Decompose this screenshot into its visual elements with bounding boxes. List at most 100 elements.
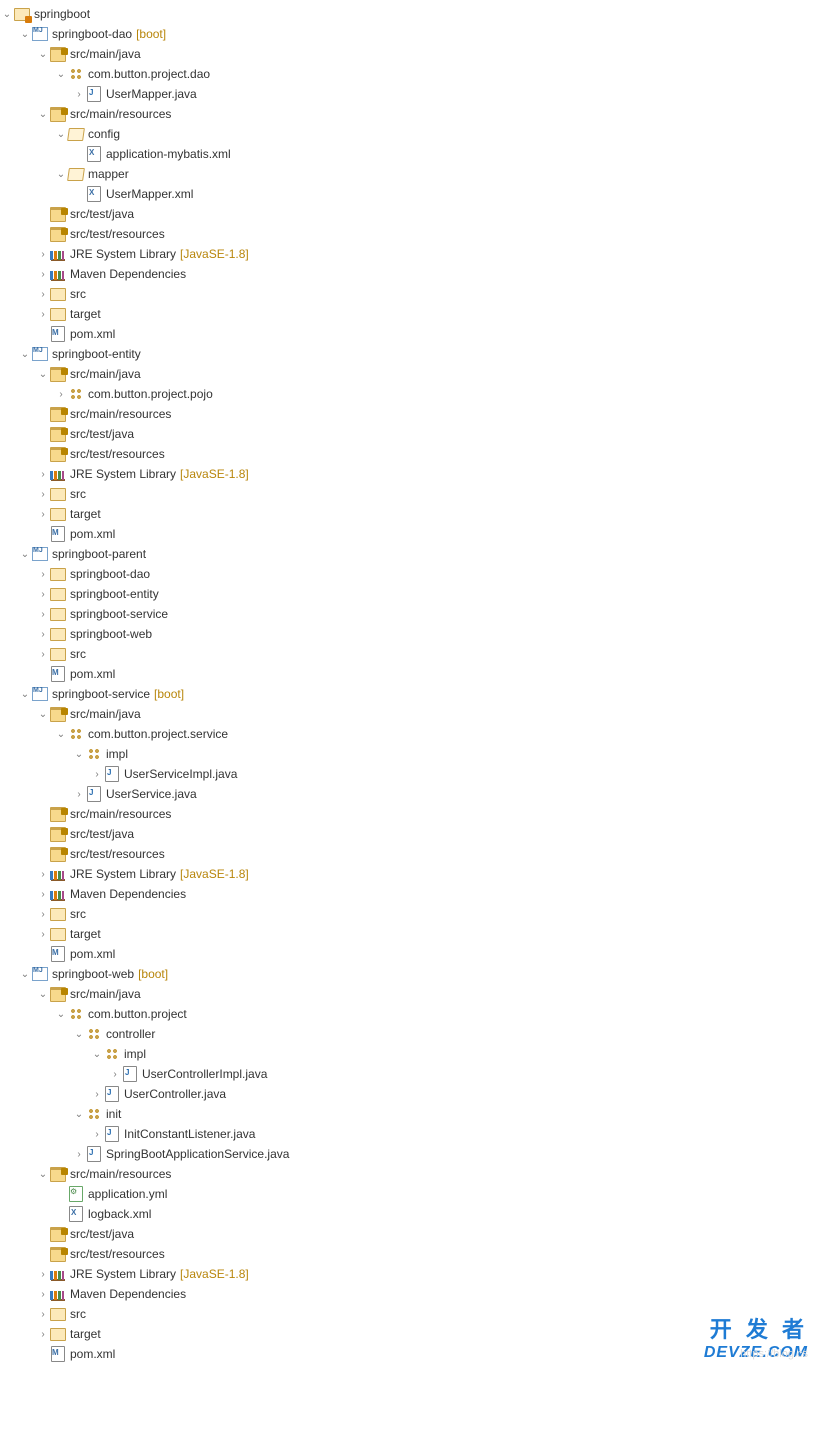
expand-arrow-closed-icon[interactable]: › — [36, 287, 50, 301]
expand-arrow-closed-icon[interactable]: › — [72, 87, 86, 101]
tree-row[interactable]: ›logback.xml — [0, 1204, 816, 1224]
tree-row[interactable]: ⌄init — [0, 1104, 816, 1124]
tree-row[interactable]: ›src — [0, 644, 816, 664]
expand-arrow-open-icon[interactable]: ⌄ — [90, 1047, 104, 1061]
tree-row[interactable]: ⌄controller — [0, 1024, 816, 1044]
expand-arrow-open-icon[interactable]: ⌄ — [0, 7, 14, 21]
tree-row[interactable]: ⌄src/main/java — [0, 44, 816, 64]
tree-row[interactable]: ›src/test/resources — [0, 1244, 816, 1264]
tree-row[interactable]: ›pom.xml — [0, 664, 816, 684]
tree-row[interactable]: ›JRE System Library[JavaSE-1.8] — [0, 864, 816, 884]
expand-arrow-closed-icon[interactable]: › — [90, 1127, 104, 1141]
tree-row[interactable]: ›springboot-entity — [0, 584, 816, 604]
expand-arrow-closed-icon[interactable]: › — [36, 1307, 50, 1321]
expand-arrow-open-icon[interactable]: ⌄ — [54, 727, 68, 741]
expand-arrow-closed-icon[interactable]: › — [36, 647, 50, 661]
expand-arrow-closed-icon[interactable]: › — [36, 627, 50, 641]
expand-arrow-closed-icon[interactable]: › — [36, 507, 50, 521]
tree-row[interactable]: ›UserService.java — [0, 784, 816, 804]
tree-row[interactable]: ›pom.xml — [0, 524, 816, 544]
tree-row[interactable]: ⌄config — [0, 124, 816, 144]
tree-row[interactable]: ›springboot-service — [0, 604, 816, 624]
tree-row[interactable]: ›src/test/resources — [0, 844, 816, 864]
tree-row[interactable]: ›src/test/java — [0, 1224, 816, 1244]
expand-arrow-closed-icon[interactable]: › — [36, 307, 50, 321]
tree-row[interactable]: ⌄src/main/java — [0, 984, 816, 1004]
expand-arrow-closed-icon[interactable]: › — [36, 907, 50, 921]
expand-arrow-closed-icon[interactable]: › — [72, 787, 86, 801]
tree-row[interactable]: ⌄mapper — [0, 164, 816, 184]
tree-row[interactable]: ›UserMapper.xml — [0, 184, 816, 204]
expand-arrow-open-icon[interactable]: ⌄ — [18, 27, 32, 41]
expand-arrow-closed-icon[interactable]: › — [36, 1327, 50, 1341]
tree-row[interactable]: ›target — [0, 1324, 816, 1344]
tree-row[interactable]: ›UserController.java — [0, 1084, 816, 1104]
tree-row[interactable]: ›springboot-web — [0, 624, 816, 644]
tree-row[interactable]: ›JRE System Library[JavaSE-1.8] — [0, 464, 816, 484]
tree-row[interactable]: ›src/test/resources — [0, 224, 816, 244]
tree-row[interactable]: ›com.button.project.pojo — [0, 384, 816, 404]
tree-row[interactable]: ⌄springboot — [0, 4, 816, 24]
tree-row[interactable]: ›pom.xml — [0, 944, 816, 964]
tree-row[interactable]: ⌄springboot-entity — [0, 344, 816, 364]
tree-row[interactable]: ›src/test/java — [0, 824, 816, 844]
tree-row[interactable]: ›springboot-dao — [0, 564, 816, 584]
expand-arrow-open-icon[interactable]: ⌄ — [36, 47, 50, 61]
tree-row[interactable]: ⌄src/main/resources — [0, 104, 816, 124]
tree-row[interactable]: ›src/test/java — [0, 204, 816, 224]
expand-arrow-open-icon[interactable]: ⌄ — [18, 547, 32, 561]
tree-row[interactable]: ›application-mybatis.xml — [0, 144, 816, 164]
tree-row[interactable]: ⌄springboot-service[boot] — [0, 684, 816, 704]
tree-row[interactable]: ⌄springboot-dao[boot] — [0, 24, 816, 44]
expand-arrow-open-icon[interactable]: ⌄ — [54, 67, 68, 81]
expand-arrow-closed-icon[interactable]: › — [36, 487, 50, 501]
tree-row[interactable]: ›Maven Dependencies — [0, 884, 816, 904]
expand-arrow-open-icon[interactable]: ⌄ — [36, 1167, 50, 1181]
expand-arrow-open-icon[interactable]: ⌄ — [72, 747, 86, 761]
expand-arrow-open-icon[interactable]: ⌄ — [18, 687, 32, 701]
expand-arrow-closed-icon[interactable]: › — [36, 267, 50, 281]
tree-row[interactable]: ›src — [0, 484, 816, 504]
tree-row[interactable]: ⌄src/main/java — [0, 704, 816, 724]
tree-row[interactable]: ⌄src/main/resources — [0, 1164, 816, 1184]
expand-arrow-closed-icon[interactable]: › — [36, 567, 50, 581]
expand-arrow-open-icon[interactable]: ⌄ — [18, 967, 32, 981]
tree-row[interactable]: ›pom.xml — [0, 1344, 816, 1364]
tree-row[interactable]: ›src — [0, 284, 816, 304]
expand-arrow-open-icon[interactable]: ⌄ — [18, 347, 32, 361]
tree-row[interactable]: ⌄impl — [0, 744, 816, 764]
expand-arrow-open-icon[interactable]: ⌄ — [72, 1107, 86, 1121]
tree-row[interactable]: ›application.yml — [0, 1184, 816, 1204]
tree-row[interactable]: ›InitConstantListener.java — [0, 1124, 816, 1144]
project-explorer-tree[interactable]: ⌄springboot⌄springboot-dao[boot]⌄src/mai… — [0, 4, 816, 1364]
tree-row[interactable]: ›JRE System Library[JavaSE-1.8] — [0, 1264, 816, 1284]
expand-arrow-open-icon[interactable]: ⌄ — [54, 127, 68, 141]
expand-arrow-closed-icon[interactable]: › — [36, 887, 50, 901]
tree-row[interactable]: ›src — [0, 1304, 816, 1324]
tree-row[interactable]: ›UserControllerImpl.java — [0, 1064, 816, 1084]
tree-row[interactable]: ⌄impl — [0, 1044, 816, 1064]
expand-arrow-closed-icon[interactable]: › — [36, 1287, 50, 1301]
expand-arrow-closed-icon[interactable]: › — [108, 1067, 122, 1081]
tree-row[interactable]: ›src/main/resources — [0, 804, 816, 824]
expand-arrow-open-icon[interactable]: ⌄ — [36, 987, 50, 1001]
tree-row[interactable]: ›UserMapper.java — [0, 84, 816, 104]
tree-row[interactable]: ›src/main/resources — [0, 404, 816, 424]
tree-row[interactable]: ⌄src/main/java — [0, 364, 816, 384]
tree-row[interactable]: ›src — [0, 904, 816, 924]
expand-arrow-closed-icon[interactable]: › — [72, 1147, 86, 1161]
expand-arrow-closed-icon[interactable]: › — [36, 1267, 50, 1281]
tree-row[interactable]: ⌄com.button.project — [0, 1004, 816, 1024]
expand-arrow-closed-icon[interactable]: › — [36, 927, 50, 941]
tree-row[interactable]: ›src/test/java — [0, 424, 816, 444]
expand-arrow-closed-icon[interactable]: › — [36, 867, 50, 881]
tree-row[interactable]: ⌄com.button.project.dao — [0, 64, 816, 84]
expand-arrow-open-icon[interactable]: ⌄ — [72, 1027, 86, 1041]
tree-row[interactable]: ›target — [0, 924, 816, 944]
expand-arrow-open-icon[interactable]: ⌄ — [36, 107, 50, 121]
expand-arrow-closed-icon[interactable]: › — [36, 247, 50, 261]
tree-row[interactable]: ⌄springboot-web[boot] — [0, 964, 816, 984]
tree-row[interactable]: ›UserServiceImpl.java — [0, 764, 816, 784]
tree-row[interactable]: ›SpringBootApplicationService.java — [0, 1144, 816, 1164]
tree-row[interactable]: ›JRE System Library[JavaSE-1.8] — [0, 244, 816, 264]
